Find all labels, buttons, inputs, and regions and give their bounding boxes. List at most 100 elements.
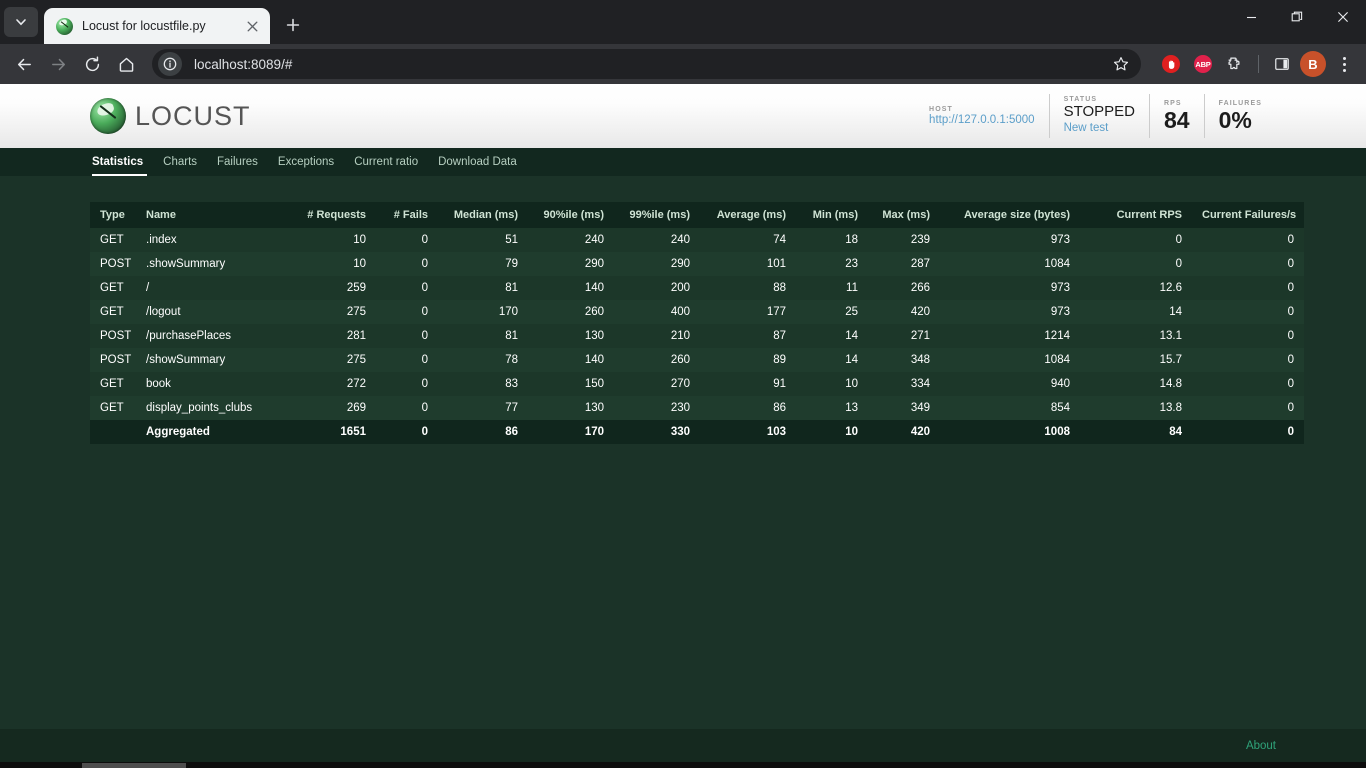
window-close-button[interactable] xyxy=(1320,0,1366,34)
col-max[interactable]: Max (ms) xyxy=(868,202,940,228)
col-average-size[interactable]: Average size (bytes) xyxy=(940,202,1080,228)
cell-p90: 290 xyxy=(584,258,604,270)
cell-p99: 260 xyxy=(670,354,690,366)
cell-p90: 130 xyxy=(584,402,604,414)
cell-max: 271 xyxy=(910,330,930,342)
status-stat-box: STATUS STOPPED New test xyxy=(1048,94,1149,138)
side-panel-button[interactable] xyxy=(1268,50,1296,78)
failures-label: FAILURES xyxy=(1218,100,1262,107)
failures-value: 0% xyxy=(1218,107,1252,133)
locust-header: LOCUST HOST http://127.0.0.1:5000 STATUS… xyxy=(0,84,1366,148)
aggregated-row: Aggregated 1651 0 86 170 330 103 10 420 … xyxy=(90,420,1304,444)
cell-current-failures: 0 xyxy=(1287,234,1294,246)
bookmark-star-icon[interactable] xyxy=(1107,50,1135,78)
cell-fails: 0 xyxy=(421,330,428,342)
forward-button[interactable] xyxy=(42,48,74,80)
cell-type xyxy=(90,420,136,444)
table-row: GET .index 10 0 51 240 240 74 18 239 973… xyxy=(90,228,1304,252)
tab-failures-label: Failures xyxy=(217,156,258,168)
tab-statistics[interactable]: Statistics xyxy=(90,148,153,176)
tab-download-data[interactable]: Download Data xyxy=(428,148,527,176)
table-row: GET display_points_clubs 269 0 77 130 23… xyxy=(90,396,1304,420)
browser-window: Locust for locustfile.py localhost:8089/… xyxy=(0,0,1366,768)
host-stat-box: HOST http://127.0.0.1:5000 xyxy=(915,94,1049,138)
col-name[interactable]: Name xyxy=(136,202,286,228)
col-fails[interactable]: # Fails xyxy=(376,202,438,228)
cell-max: 334 xyxy=(910,378,930,390)
cell-p99: 230 xyxy=(670,402,690,414)
cell-average-size: 973 xyxy=(1050,234,1070,246)
tab-exceptions[interactable]: Exceptions xyxy=(268,148,344,176)
plus-icon xyxy=(286,18,300,32)
header-stats: HOST http://127.0.0.1:5000 STATUS STOPPE… xyxy=(915,94,1276,138)
cell-current-rps: 13.8 xyxy=(1159,402,1182,414)
col-type[interactable]: Type xyxy=(90,202,136,228)
window-maximize-button[interactable] xyxy=(1274,0,1320,34)
address-bar[interactable] xyxy=(152,49,1141,79)
tab-search-button[interactable] xyxy=(4,7,38,37)
cell-min: 14 xyxy=(845,330,858,342)
col-p90[interactable]: 90%ile (ms) xyxy=(528,202,614,228)
cell-name: book xyxy=(146,378,171,390)
adblock-plus-extension-button[interactable]: ABP xyxy=(1189,50,1217,78)
browser-tab[interactable]: Locust for locustfile.py xyxy=(44,8,270,44)
cell-average: 89 xyxy=(773,354,786,366)
cell-current-rps: 0 xyxy=(1175,258,1182,270)
cell-current-failures: 0 xyxy=(1287,354,1294,366)
tab-current-ratio[interactable]: Current ratio xyxy=(344,148,428,176)
about-link[interactable]: About xyxy=(1246,740,1276,752)
cell-p99: 240 xyxy=(670,234,690,246)
profile-avatar[interactable]: B xyxy=(1300,51,1326,77)
col-p99[interactable]: 99%ile (ms) xyxy=(614,202,700,228)
tab-failures[interactable]: Failures xyxy=(207,148,268,176)
cell-average-size: 1084 xyxy=(1044,258,1070,270)
host-label: HOST xyxy=(929,106,953,113)
statistics-panel: Type Name # Requests # Fails Median (ms)… xyxy=(0,176,1366,729)
cell-p90: 240 xyxy=(584,234,604,246)
cell-max: 420 xyxy=(910,426,930,438)
side-panel-icon xyxy=(1275,58,1289,70)
browser-menu-button[interactable] xyxy=(1330,49,1358,79)
site-info-icon[interactable] xyxy=(158,52,182,76)
extensions-menu-button[interactable] xyxy=(1221,50,1249,78)
new-test-link[interactable]: New test xyxy=(1064,121,1135,136)
cell-current-failures: 0 xyxy=(1287,378,1294,390)
table-header-row: Type Name # Requests # Fails Median (ms)… xyxy=(90,202,1304,228)
col-current-failures[interactable]: Current Failures/s xyxy=(1192,202,1304,228)
url-input[interactable] xyxy=(194,56,1107,72)
cell-current-rps: 84 xyxy=(1169,426,1182,438)
back-button[interactable] xyxy=(8,48,40,80)
reload-button[interactable] xyxy=(76,48,108,80)
col-median[interactable]: Median (ms) xyxy=(438,202,528,228)
cell-requests: 275 xyxy=(346,306,366,318)
cell-max: 287 xyxy=(910,258,930,270)
col-current-rps[interactable]: Current RPS xyxy=(1080,202,1192,228)
window-minimize-button[interactable] xyxy=(1228,0,1274,34)
more-vertical-icon xyxy=(1342,56,1346,60)
cell-name: .showSummary xyxy=(146,258,226,270)
brand-title: LOCUST xyxy=(135,100,251,131)
home-button[interactable] xyxy=(110,48,142,80)
cell-name: Aggregated xyxy=(146,426,210,438)
host-value[interactable]: http://127.0.0.1:5000 xyxy=(929,114,1035,126)
cell-type: GET xyxy=(100,306,124,318)
cell-fails: 0 xyxy=(421,306,428,318)
abp-badge-icon: ABP xyxy=(1194,55,1212,73)
tab-charts[interactable]: Charts xyxy=(153,148,207,176)
cell-name: display_points_clubs xyxy=(146,402,253,414)
cell-current-rps: 14 xyxy=(1169,306,1182,318)
taskbar-item xyxy=(82,762,186,768)
cell-requests: 10 xyxy=(353,234,366,246)
ublock-origin-extension-button[interactable] xyxy=(1157,50,1185,78)
col-min[interactable]: Min (ms) xyxy=(796,202,868,228)
cell-fails: 0 xyxy=(421,402,428,414)
tab-close-icon[interactable] xyxy=(242,16,262,36)
puzzle-piece-icon xyxy=(1227,56,1240,69)
col-requests[interactable]: # Requests xyxy=(286,202,376,228)
extensions-row: ABP B xyxy=(1151,49,1358,79)
locust-logo[interactable]: LOCUST xyxy=(90,98,251,134)
minimize-icon xyxy=(1246,16,1256,18)
statistics-table: Type Name # Requests # Fails Median (ms)… xyxy=(90,202,1304,444)
col-average[interactable]: Average (ms) xyxy=(700,202,796,228)
new-tab-button[interactable] xyxy=(279,11,307,39)
